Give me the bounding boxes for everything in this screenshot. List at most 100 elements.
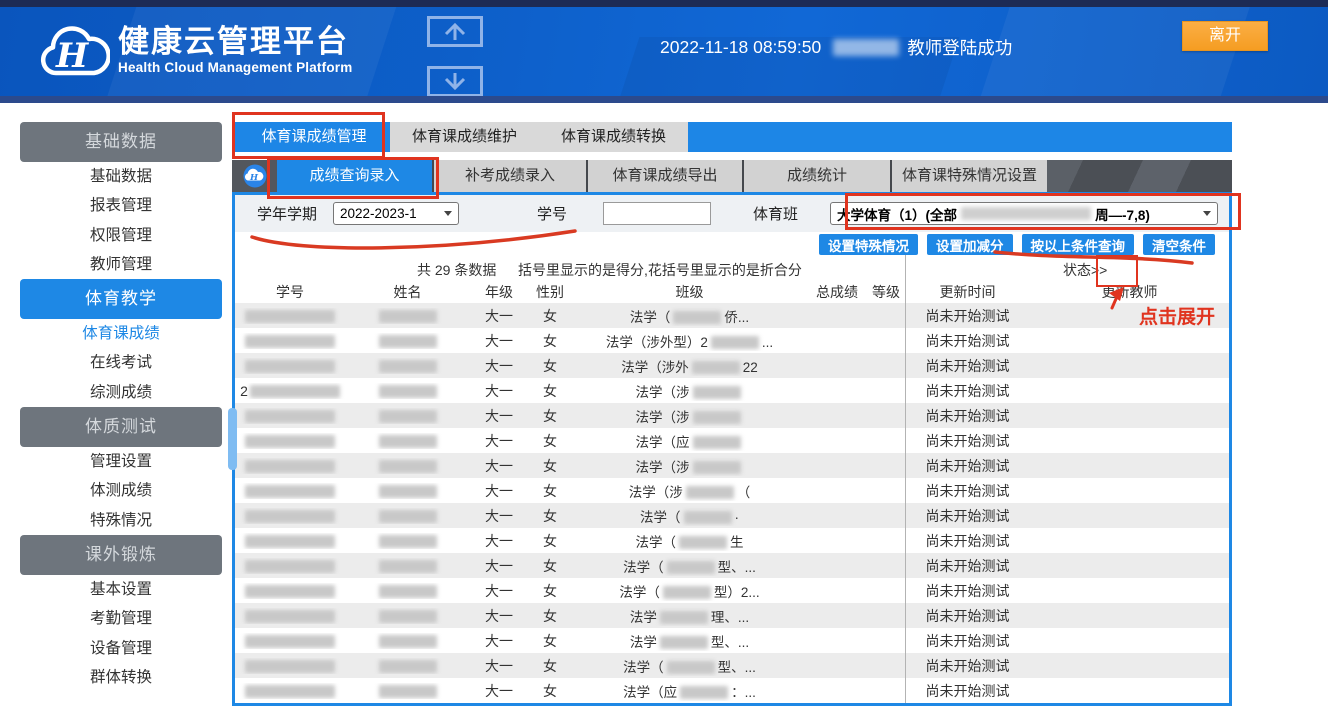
tab-secondary[interactable]: 补考成绩录入 (432, 160, 586, 192)
cell-class: 法学（涉 (572, 381, 807, 401)
down-arrow-button[interactable] (427, 66, 483, 97)
action-button[interactable]: 按以上条件查询 (1022, 234, 1135, 255)
tab-secondary[interactable]: 体育课特殊情况设置 (890, 160, 1047, 192)
class-text-suffix: ：... (731, 685, 756, 700)
sidebar-item[interactable]: 考勤管理 (20, 604, 222, 633)
cell-name (345, 558, 470, 574)
table-row[interactable]: 大一女法学理、...尚未开始测试 (235, 603, 1229, 628)
table-row[interactable]: 大一女法学（涉尚未开始测试 (235, 403, 1229, 428)
left-scrollbar-thumb[interactable] (228, 408, 237, 470)
redacted-student-id (245, 660, 335, 673)
class-text-prefix: 法学（ (636, 535, 677, 550)
class-select[interactable]: 大学体育（1）(全部 周—-7,8) (830, 202, 1218, 225)
sidebar-item[interactable]: 权限管理 (20, 221, 222, 250)
cell-student-id: 2 (235, 383, 345, 399)
redacted-student-id (245, 560, 335, 573)
table-row[interactable]: 大一女法学（·尚未开始测试 (235, 503, 1229, 528)
table-row[interactable]: 大一女法学（型、...尚未开始测试 (235, 653, 1229, 678)
tab-secondary[interactable]: 成绩查询录入 (277, 160, 432, 192)
sidebar-section-header[interactable]: 体育教学 (20, 279, 222, 319)
table-row[interactable]: 大一女法学（生尚未开始测试 (235, 528, 1229, 553)
table-row[interactable]: 大一女法学型、...尚未开始测试 (235, 628, 1229, 653)
class-text-prefix: 法学（应 (623, 685, 677, 700)
table-row[interactable]: 大一女法学（侨...尚未开始测试 (235, 303, 1229, 328)
redacted-class (667, 561, 715, 574)
table-row[interactable]: 大一女法学（涉外型）2...尚未开始测试 (235, 328, 1229, 353)
cell-class: 法学（涉 (572, 406, 807, 426)
class-text-suffix: （ (737, 485, 751, 500)
cell-gender: 女 (528, 531, 572, 551)
action-button[interactable]: 设置特殊情况 (819, 234, 918, 255)
tab-primary[interactable]: 体育课成绩转换 (539, 122, 688, 152)
login-time: 2022-11-18 08:59:50 (660, 37, 821, 58)
app-title: 健康云管理平台 (118, 25, 352, 59)
sidebar-item[interactable]: 报表管理 (20, 191, 222, 220)
cell-student-id (235, 558, 345, 574)
sidebar-section-header[interactable]: 体质测试 (20, 407, 222, 447)
action-button[interactable]: 设置加减分 (927, 234, 1013, 255)
sidebar-section-header[interactable]: 课外锻炼 (20, 535, 222, 575)
cell-update-time: 尚未开始测试 (905, 656, 1030, 676)
cell-grade: 大一 (470, 356, 528, 376)
tab-secondary[interactable]: 成绩统计 (742, 160, 890, 192)
table-row[interactable]: 大一女法学（涉尚未开始测试 (235, 453, 1229, 478)
tab-primary[interactable]: 体育课成绩维护 (390, 122, 539, 152)
redacted-name (379, 560, 437, 573)
up-arrow-button[interactable] (427, 16, 483, 47)
sidebar-item[interactable]: 群体转换 (20, 663, 222, 692)
tab-primary[interactable]: 体育课成绩管理 (238, 122, 390, 152)
sidebar-item[interactable]: 管理设置 (20, 447, 222, 476)
leave-button[interactable]: 离开 (1182, 21, 1268, 51)
table-row[interactable]: 大一女法学（型）2...尚未开始测试 (235, 578, 1229, 603)
redacted-class (660, 636, 708, 649)
sidebar-section-header[interactable]: 基础数据 (20, 122, 222, 162)
cloud-logo-icon: H (34, 15, 110, 89)
sidebar-item[interactable]: 基本设置 (20, 575, 222, 604)
table-row[interactable]: 2大一女法学（涉尚未开始测试 (235, 378, 1229, 403)
redacted-student-id (250, 385, 340, 398)
column-header: 学号 (235, 282, 345, 302)
cell-name (345, 658, 470, 674)
sidebar-item[interactable]: 教师管理 (20, 250, 222, 279)
redacted-student-id (245, 610, 335, 623)
sidebar-item[interactable]: 综测成绩 (20, 378, 222, 407)
table-row[interactable]: 大一女法学（应：...尚未开始测试 (235, 678, 1229, 703)
filter-row: 学年学期 2022-2023-1 学号 体育班 大学体育（1）(全部 周—-7,… (235, 195, 1229, 232)
redacted-class (660, 611, 708, 624)
sidebar-item[interactable]: 在线考试 (20, 348, 222, 377)
redacted-student-id (245, 635, 335, 648)
cell-name (345, 533, 470, 549)
table-row[interactable]: 大一女法学（型、...尚未开始测试 (235, 553, 1229, 578)
cell-grade: 大一 (470, 406, 528, 426)
cell-grade: 大一 (470, 456, 528, 476)
mini-cloud-logo-icon: H (232, 160, 277, 192)
sidebar-item[interactable]: 体测成绩 (20, 476, 222, 505)
student-id-input[interactable] (603, 202, 711, 225)
cell-class: 法学理、... (572, 606, 807, 626)
sidebar-item[interactable]: 设备管理 (20, 634, 222, 663)
cell-student-id (235, 408, 345, 424)
redacted-class (693, 386, 741, 399)
secondary-tab-filler (1047, 160, 1232, 192)
cell-grade: 大一 (470, 531, 528, 551)
table-row[interactable]: 大一女法学（应尚未开始测试 (235, 428, 1229, 453)
cell-gender: 女 (528, 631, 572, 651)
table-row[interactable]: 大一女法学（涉外22尚未开始测试 (235, 353, 1229, 378)
status-expander-arrows[interactable]: >> (1091, 262, 1107, 278)
column-header: 等级 (867, 282, 905, 302)
sidebar-item[interactable]: 特殊情况 (20, 506, 222, 535)
redacted-name (379, 535, 437, 548)
action-button[interactable]: 清空条件 (1143, 234, 1215, 255)
sidebar-item[interactable]: 基础数据 (20, 162, 222, 191)
table-row[interactable]: 大一女法学（涉（尚未开始测试 (235, 478, 1229, 503)
term-select[interactable]: 2022-2023-1 (333, 202, 459, 225)
class-text-suffix: 型、... (718, 560, 756, 575)
redacted-name (379, 585, 437, 598)
redacted-student-id (245, 535, 335, 548)
cell-student-id (235, 308, 345, 324)
cell-student-id (235, 483, 345, 499)
tab-secondary[interactable]: 体育课成绩导出 (586, 160, 742, 192)
cell-gender: 女 (528, 381, 572, 401)
status-expander[interactable]: 状态>> (1063, 260, 1107, 280)
sidebar-item[interactable]: 体育课成绩 (20, 319, 222, 348)
